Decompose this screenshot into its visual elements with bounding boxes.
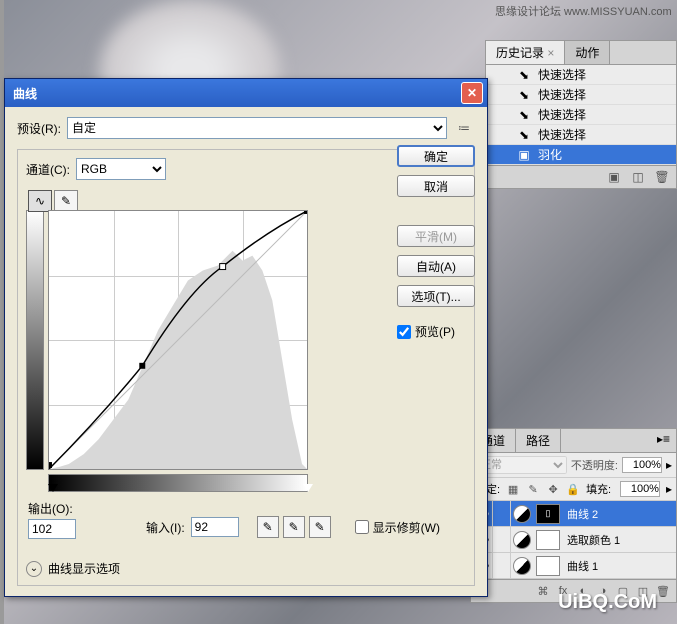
preset-label: 预设(R): bbox=[17, 120, 61, 137]
cancel-button[interactable]: 取消 bbox=[397, 175, 475, 197]
fill-label: 填充: bbox=[586, 481, 611, 497]
tab-paths[interactable]: 路径 bbox=[516, 429, 561, 452]
input-input[interactable] bbox=[191, 517, 239, 537]
new-doc-icon[interactable]: ◫ bbox=[630, 169, 646, 185]
channel-select[interactable]: RGB bbox=[76, 158, 166, 180]
quick-select-icon: ⬊ bbox=[516, 67, 532, 83]
link-layers-icon[interactable]: ⌘ bbox=[534, 583, 552, 599]
blend-mode-select[interactable]: 正常 bbox=[475, 456, 567, 474]
layer-name[interactable]: 选取颜色 1 bbox=[563, 532, 676, 548]
history-item[interactable]: ⬊快速选择 bbox=[486, 85, 676, 105]
output-gradient bbox=[26, 210, 44, 470]
history-item[interactable]: ⬊快速选择 bbox=[486, 125, 676, 145]
output-label: 输出(O): bbox=[28, 500, 76, 517]
chevron-right-icon[interactable]: ▸ bbox=[666, 458, 672, 472]
lock-pixels-icon[interactable]: ✎ bbox=[526, 482, 540, 496]
quick-select-icon: ⬊ bbox=[516, 127, 532, 143]
dialog-titlebar[interactable]: 曲线 ✕ bbox=[5, 79, 487, 107]
curve-path bbox=[49, 211, 307, 469]
forum-caption: 思缘设计论坛 www.MISSYUAN.com bbox=[495, 3, 672, 19]
curve-tool-icon[interactable]: ∿ bbox=[28, 190, 52, 212]
watermark: UiBQ.CoM bbox=[558, 591, 657, 614]
mask-thumb[interactable]: ▯ bbox=[536, 504, 560, 524]
trash-icon[interactable]: 🗑 bbox=[654, 169, 670, 185]
layer-name[interactable]: 曲线 2 bbox=[563, 506, 676, 522]
pencil-tool-icon[interactable]: ✎ bbox=[54, 190, 78, 212]
display-options-label: 曲线显示选项 bbox=[48, 560, 120, 577]
tab-actions[interactable]: 动作 bbox=[565, 41, 610, 64]
preset-select[interactable]: 自定 bbox=[67, 117, 447, 139]
show-clipping-label: 显示修剪(W) bbox=[373, 519, 440, 536]
quick-select-icon: ⬊ bbox=[516, 107, 532, 123]
auto-button[interactable]: 自动(A) bbox=[397, 255, 475, 277]
show-clipping-checkbox[interactable] bbox=[355, 520, 369, 534]
lock-all-icon[interactable]: 🔒 bbox=[566, 482, 580, 496]
ok-button[interactable]: 确定 bbox=[397, 145, 475, 167]
black-eyedropper-icon[interactable]: ✎ bbox=[257, 516, 279, 538]
smooth-button[interactable]: 平滑(M) bbox=[397, 225, 475, 247]
layer-row[interactable]: 👁 选取颜色 1 bbox=[471, 527, 676, 553]
history-item[interactable]: ⬊快速选择 bbox=[486, 65, 676, 85]
preset-menu-icon[interactable]: ≔ bbox=[453, 119, 475, 137]
lock-position-icon[interactable]: ✥ bbox=[546, 482, 560, 496]
adjustment-icon bbox=[513, 531, 531, 549]
history-list: ⬊快速选择 ⬊快速选择 ⬊快速选择 ⬊快速选择 ▣羽化 bbox=[486, 65, 676, 165]
history-panel: 历史记录 × 动作 ⬊快速选择 ⬊快速选择 ⬊快速选择 ⬊快速选择 ▣羽化 ▣ … bbox=[485, 40, 677, 189]
tab-history[interactable]: 历史记录 × bbox=[486, 41, 565, 64]
feather-icon: ▣ bbox=[516, 147, 532, 163]
history-item-selected[interactable]: ▣羽化 bbox=[486, 145, 676, 165]
white-eyedropper-icon[interactable]: ✎ bbox=[309, 516, 331, 538]
options-button[interactable]: 选项(T)... bbox=[397, 285, 475, 307]
quick-select-icon: ⬊ bbox=[516, 87, 532, 103]
adjustment-icon bbox=[513, 505, 531, 523]
input-gradient bbox=[48, 474, 308, 492]
layer-name[interactable]: 曲线 1 bbox=[563, 558, 676, 574]
layers-panel: 通道 路径 ▸≡ 正常 不透明度: ▸ 锁定: ▦ ✎ ✥ 🔒 填充: ▸ 👁 … bbox=[470, 428, 677, 603]
mask-thumb[interactable] bbox=[536, 556, 560, 576]
input-label: 输入(I): bbox=[146, 519, 185, 536]
lock-transparent-icon[interactable]: ▦ bbox=[506, 482, 520, 496]
opacity-input[interactable] bbox=[622, 457, 662, 473]
white-point-slider[interactable] bbox=[303, 484, 313, 492]
channel-label: 通道(C): bbox=[26, 161, 70, 178]
layer-row[interactable]: 👁 ▯ 曲线 2 bbox=[471, 501, 676, 527]
output-input[interactable] bbox=[28, 519, 76, 539]
opacity-label: 不透明度: bbox=[571, 457, 618, 473]
gray-eyedropper-icon[interactable]: ✎ bbox=[283, 516, 305, 538]
history-item[interactable]: ⬊快速选择 bbox=[486, 105, 676, 125]
curve-editor[interactable] bbox=[48, 210, 308, 470]
black-point-slider[interactable] bbox=[48, 484, 58, 492]
expand-options-icon[interactable]: ⌄ bbox=[26, 561, 42, 577]
panel-menu-icon[interactable]: ▸≡ bbox=[651, 429, 676, 452]
chevron-right-icon[interactable]: ▸ bbox=[666, 482, 672, 496]
close-button[interactable]: ✕ bbox=[461, 82, 483, 104]
mask-thumb[interactable] bbox=[536, 530, 560, 550]
preview-label: 预览(P) bbox=[415, 323, 455, 340]
fill-input[interactable] bbox=[620, 481, 660, 497]
layer-row[interactable]: 👁 曲线 1 bbox=[471, 553, 676, 579]
curves-dialog: 曲线 ✕ 预设(R): 自定 ≔ 通道(C): RGB ∿ ✎ bbox=[4, 78, 488, 597]
adjustment-icon bbox=[513, 557, 531, 575]
preview-checkbox[interactable] bbox=[397, 325, 411, 339]
new-snapshot-icon[interactable]: ▣ bbox=[606, 169, 622, 185]
dialog-title: 曲线 bbox=[13, 85, 37, 102]
